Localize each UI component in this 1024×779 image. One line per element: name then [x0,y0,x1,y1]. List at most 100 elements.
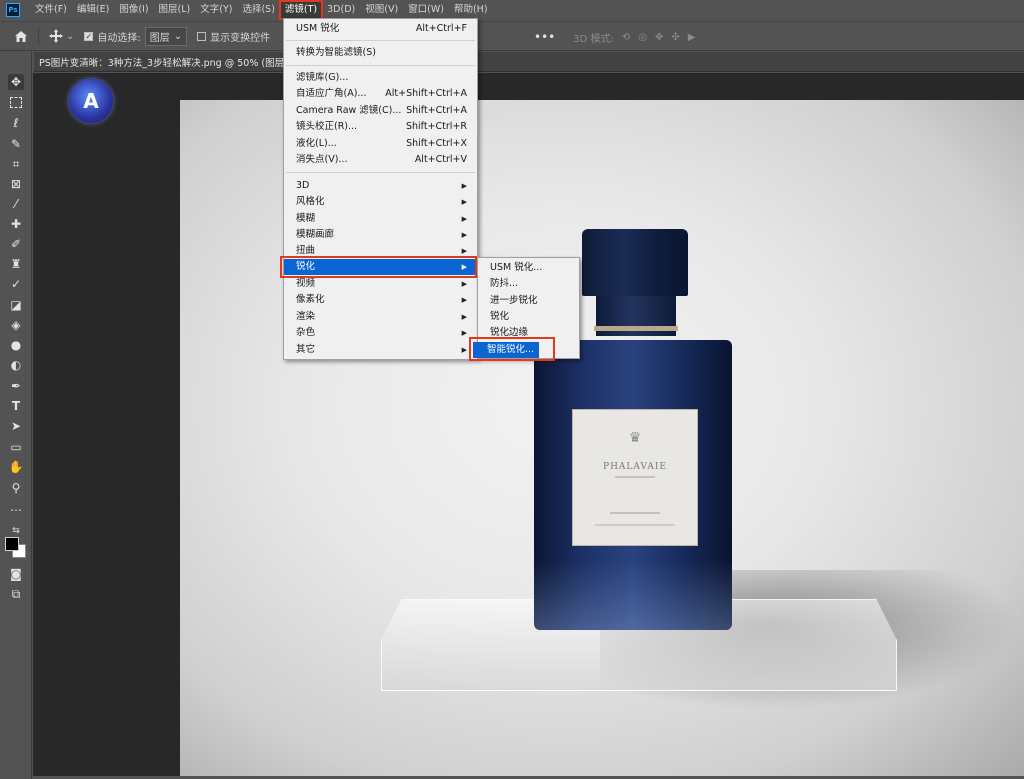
menu-item-label: 智能锐化... [487,344,535,355]
menu-layer[interactable]: 图层(L) [154,1,196,19]
move-tool-preset[interactable]: ⌄ [49,29,74,43]
auto-select-label: 自动选择: [97,32,141,44]
submenu-item-smart-sharpen[interactable]: 智能锐化... [473,342,539,358]
menu-item-render[interactable]: 渲染 ▶ [284,309,477,325]
menu-window[interactable]: 窗口(W) [403,1,449,19]
show-transform-toggle[interactable]: 显示变换控件 [197,29,270,44]
submenu-item-sharpen-more[interactable]: 进一步锐化 [478,293,579,309]
menu-item-distort[interactable]: 扭曲 ▶ [284,243,477,259]
submenu-item-shake-reduction[interactable]: 防抖... [478,276,579,292]
clone-stamp-icon[interactable]: ♜ [8,256,24,272]
menu-3d[interactable]: 3D(D) [322,1,360,19]
menu-item-sharpen[interactable]: 锐化 ▶ [284,259,477,275]
eyedropper-icon[interactable]: ⁄ [8,196,24,212]
quick-mask-icon[interactable]: ◙ [8,566,24,582]
submenu-item-sharpen[interactable]: 锐化 [478,309,579,325]
menu-item-usm-sharpen[interactable]: USM 锐化 Alt+Ctrl+F [284,21,477,37]
foreground-color-swatch[interactable] [5,537,19,551]
submenu-arrow-icon: ▶ [461,247,467,255]
menu-item-shortcut: Shift+Ctrl+A [406,105,467,116]
menu-item-shortcut: Alt+Ctrl+V [414,154,467,165]
marquee-icon[interactable] [8,94,24,110]
menu-item-shortcut: Alt+Ctrl+F [415,23,467,34]
eraser-icon[interactable]: ◪ [8,297,24,313]
camera-3d-icon[interactable]: ▶ [688,32,696,43]
menu-item-label: 转换为智能滤镜(S) [296,47,376,58]
label-line [610,512,660,514]
menu-item-video[interactable]: 视频 ▶ [284,276,477,292]
menu-item-shortcut: Shift+Ctrl+R [405,121,467,132]
history-brush-icon[interactable]: ✓ [8,276,24,292]
menu-file[interactable]: 文件(F) [30,1,72,19]
menu-item-pixelate[interactable]: 像素化 ▶ [284,292,477,308]
menu-item-other[interactable]: 其它 ▶ [284,342,477,358]
more-tools-icon[interactable]: ⋯ [8,502,24,518]
submenu-item-sharpen-edges[interactable]: 锐化边缘 [478,325,579,341]
menu-item-shortcut: Shift+Ctrl+X [406,138,467,149]
slide-3d-icon[interactable]: ✣ [671,32,679,43]
healing-brush-icon[interactable]: ✚ [8,216,24,232]
menu-help[interactable]: 帮助(H) [449,1,493,19]
menu-item-lens-correction[interactable]: 镜头校正(R)... Shift+Ctrl+R [284,119,477,135]
menu-item-blur[interactable]: 模糊 ▶ [284,211,477,227]
roll-3d-icon[interactable]: ◎ [638,32,647,43]
menu-item-label: 镜头校正(R)... [296,121,358,132]
menu-divider [286,172,475,173]
menu-edit[interactable]: 编辑(E) [72,1,114,19]
quick-select-icon[interactable]: ✎ [8,136,24,152]
brush-icon[interactable]: ✐ [8,236,24,252]
shape-icon[interactable]: ▭ [8,439,24,455]
screen-mode-icon[interactable]: ⧉ [8,586,24,602]
menu-item-noise[interactable]: 杂色 ▶ [284,325,477,341]
frame-icon[interactable]: ⊠ [8,176,24,192]
show-transform-checkbox[interactable] [197,31,207,41]
menu-item-label: 锐化 [490,311,510,322]
menu-item-liquify[interactable]: 液化(L)... Shift+Ctrl+X [284,136,477,152]
document-tab[interactable]: PS图片变清晰：3种方法_3步轻松解决.png @ 50% (图层 [34,52,1024,72]
menu-item-adaptive-wide-angle[interactable]: 自适应广角(A)... Alt+Shift+Ctrl+A [284,86,477,102]
menu-select[interactable]: 选择(S) [237,1,279,19]
drag-3d-icon[interactable]: ✥ [655,32,663,43]
menu-item-label: 进一步锐化 [490,295,538,306]
menu-item-label: 液化(L)... [296,138,337,149]
options-bar: ⌄ ✓ 自动选择: 图层 ⌄ 显示变换控件 ••• 3D 模式: ⟲ ◎ ✥ ✣… [0,21,1024,51]
submenu-item-usm-sharpen[interactable]: USM 锐化... [478,260,579,276]
menu-item-blur-gallery[interactable]: 模糊画廊 ▶ [284,227,477,243]
menu-divider [286,40,475,41]
photoshop-logo-icon: Ps [6,3,20,17]
type-icon[interactable]: T [8,398,24,414]
hand-icon[interactable]: ✋ [8,459,24,475]
zoom-icon[interactable]: ⚲ [8,480,24,496]
chevron-down-icon: ⌄ [66,30,75,42]
menu-type[interactable]: 文字(Y) [195,1,237,19]
menu-image[interactable]: 图像(I) [114,1,153,19]
menu-view[interactable]: 视图(V) [360,1,403,19]
menu-item-3d[interactable]: 3D ▶ [284,178,477,194]
menu-item-convert-smart-filter[interactable]: 转换为智能滤镜(S) [284,45,477,61]
paint-bucket-icon[interactable]: ◈ [8,317,24,333]
auto-select-toggle[interactable]: ✓ 自动选择: 图层 ⌄ [84,26,188,46]
menu-item-filter-gallery[interactable]: 滤镜库(G)... [284,70,477,86]
crop-icon[interactable]: ⌗ [8,156,24,172]
lasso-icon[interactable]: ℓ [8,115,24,131]
path-select-icon[interactable]: ➤ [8,418,24,434]
more-options-button[interactable]: ••• [534,30,555,44]
image-bottle-cap [582,229,688,296]
menu-filter[interactable]: 滤镜(T) [278,0,324,20]
sharpen-submenu: USM 锐化... 防抖... 进一步锐化 锐化 锐化边缘 智能锐化... [473,257,580,359]
submenu-arrow-icon: ▶ [461,182,467,190]
menu-item-vanishing-point[interactable]: 消失点(V)... Alt+Ctrl+V [284,152,477,168]
menu-item-camera-raw[interactable]: Camera Raw 滤镜(C)... Shift+Ctrl+A [284,103,477,119]
menu-bar: Ps 文件(F) 编辑(E) 图像(I) 图层(L) 文字(Y) 选择(S) 滤… [0,0,1024,20]
submenu-arrow-icon: ▶ [461,231,467,239]
home-icon[interactable] [14,30,28,43]
blur-icon[interactable]: ● [8,337,24,353]
dodge-icon[interactable]: ◐ [8,357,24,373]
menu-item-stylize[interactable]: 风格化 ▶ [284,194,477,210]
auto-select-target-dropdown[interactable]: 图层 ⌄ [144,26,188,46]
auto-select-checkbox[interactable]: ✓ [84,31,94,41]
submenu-arrow-icon: ▶ [461,346,467,354]
orbit-3d-icon[interactable]: ⟲ [622,32,630,43]
move-icon[interactable]: ✥ [8,74,24,90]
pen-icon[interactable]: ✒ [8,378,24,394]
